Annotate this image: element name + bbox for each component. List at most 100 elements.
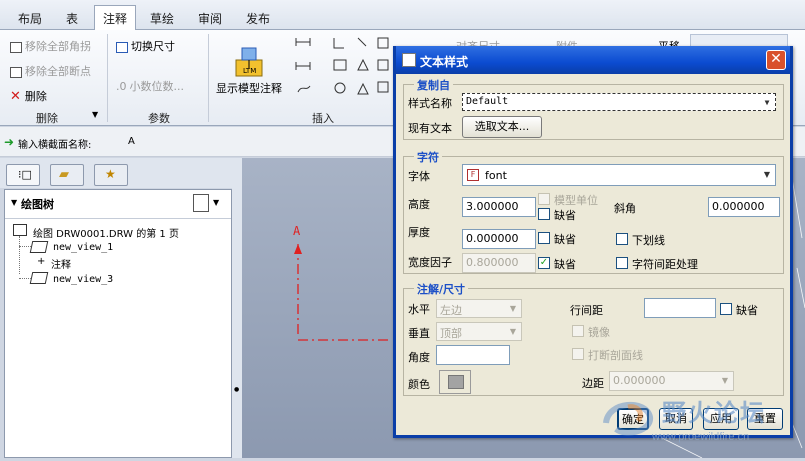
mirror-label: 镜像 (588, 326, 610, 339)
prompt-value[interactable]: A (128, 136, 135, 147)
tree-root[interactable]: 绘图 DRW0001.DRW 的第 1 页 (33, 225, 179, 240)
watermark-title: 野火论坛 (662, 399, 766, 427)
line-spacing-default-label: 缺省 (736, 304, 758, 317)
kerning-checkbox[interactable] (616, 257, 628, 269)
navigator-tabs: ⁝□ ▰ ★ (0, 158, 240, 188)
close-icon: ✕ (770, 51, 782, 67)
kerning-label: 字符间距处理 (632, 258, 698, 271)
style-name-label: 样式名称 (408, 97, 452, 110)
character-legend: 字符 (414, 149, 442, 165)
insert-tool-icons (294, 36, 392, 102)
watermark-url: www.proewildfire.cn (652, 431, 750, 443)
font-combo[interactable]: F font ▼ (462, 164, 776, 186)
tree-icon: ⁝□ (18, 168, 32, 181)
remove-all-jogs-button[interactable]: 移除全部角拐 (10, 38, 91, 54)
line-spacing-input[interactable] (644, 298, 716, 318)
star-icon: ★ (105, 167, 116, 181)
width-factor-label: 宽度因子 (408, 256, 452, 269)
text-style-dialog: 文本样式 ✕ 复制自 样式名称 Default ▼ 现有文本 选取文本... 字… (393, 46, 793, 438)
horizontal-combo[interactable]: 左边 ▼ (436, 299, 522, 318)
folder-icon: ▰ (59, 167, 69, 182)
height-label: 高度 (408, 198, 430, 211)
tab-layout[interactable]: 布局 (10, 6, 50, 30)
tree-item-annotation[interactable]: 注释 (51, 256, 71, 271)
height-input[interactable]: 3.000000 (462, 197, 536, 217)
tab-sketch[interactable]: 草绘 (142, 6, 182, 30)
angle-input[interactable] (436, 345, 510, 365)
vertical-label: 垂直 (408, 327, 430, 340)
show-model-annotation-icon[interactable]: LTM (234, 46, 264, 78)
color-label: 颜色 (408, 378, 430, 391)
line-spacing-default-checkbox[interactable] (720, 303, 732, 315)
view-icon (29, 272, 49, 284)
select-text-button[interactable]: 选取文本... (462, 116, 542, 138)
model-units-checkbox[interactable] (538, 193, 550, 205)
watermark-logo-icon (603, 401, 653, 436)
copy-from-legend: 复制自 (414, 77, 453, 93)
tree-settings-icon[interactable] (193, 194, 209, 212)
tree-item-new-view-3[interactable]: new_view_3 (53, 274, 113, 285)
dialog-titlebar[interactable]: 文本样式 ✕ (396, 46, 790, 74)
params-group-label: 参数 (148, 112, 170, 125)
thickness-input[interactable]: 0.000000 (462, 229, 536, 249)
jog-icon (10, 41, 22, 53)
margin-label: 边距 (582, 377, 604, 390)
collapse-arrow-icon[interactable]: ▼ (11, 198, 17, 207)
break-icon (10, 66, 22, 78)
note-dimension-legend: 注解/尺寸 (414, 281, 469, 297)
delete-x-icon: ✕ (10, 89, 21, 104)
svg-text:LTM: LTM (243, 67, 256, 75)
decimal-places-button[interactable]: .0 小数位数... (116, 78, 184, 94)
folder-browser-tab[interactable]: ▰ (50, 164, 84, 186)
underline-checkbox[interactable] (616, 233, 628, 245)
dialog-title: 文本样式 (420, 55, 469, 69)
tab-review[interactable]: 审阅 (190, 6, 230, 30)
width-factor-default-label: 缺省 (554, 258, 576, 271)
angle-label: 角度 (408, 351, 430, 364)
vertical-combo[interactable]: 顶部 ▼ (436, 322, 522, 341)
view-icon (29, 241, 49, 253)
tree-settings-dropdown-icon[interactable]: ▼ (213, 198, 219, 207)
tab-table[interactable]: 表 (58, 6, 86, 30)
expand-plus-icon[interactable]: + (37, 256, 45, 267)
width-factor-input[interactable]: 0.800000 (462, 253, 536, 273)
model-tree-tab[interactable]: ⁝□ (6, 164, 40, 186)
width-factor-default-checkbox[interactable]: ✓ (538, 257, 550, 269)
prompt-text: 输入横截面名称: (18, 140, 92, 151)
chevron-down-icon: ▼ (764, 98, 770, 107)
delete-group-label: 删除 (36, 112, 58, 125)
dialog-app-icon (402, 53, 416, 67)
tab-annotate[interactable]: 注释 (94, 5, 137, 31)
panel-splitter[interactable]: ● (232, 158, 242, 458)
line-spacing-label: 行间距 (570, 304, 603, 317)
section-label: A (293, 224, 301, 238)
mirror-checkbox[interactable] (572, 325, 584, 337)
favorites-tab[interactable]: ★ (94, 164, 128, 186)
close-button[interactable]: ✕ (766, 50, 786, 70)
slant-label: 斜角 (614, 202, 636, 215)
margin-combo[interactable]: 0.000000 ▼ (609, 371, 734, 391)
toggle-dimension-button[interactable]: 切换尺寸 (116, 38, 175, 54)
chevron-down-icon: ▼ (721, 376, 729, 385)
tree-title: 绘图树 (21, 198, 54, 211)
font-type-icon: F (467, 169, 479, 181)
chevron-down-icon: ▼ (509, 327, 517, 336)
style-name-combo[interactable]: Default ▼ (462, 93, 776, 111)
slant-input[interactable]: 0.000000 (708, 197, 780, 217)
color-swatch-button[interactable] (439, 370, 471, 394)
delete-group-expand-icon[interactable]: ▼ (92, 110, 98, 119)
toggle-dimension-icon (116, 41, 128, 53)
existing-text-label: 现有文本 (408, 122, 452, 135)
delete-button[interactable]: ✕ 删除 (10, 88, 47, 104)
model-units-label: 模型单位 (554, 194, 598, 207)
remove-all-breaks-button[interactable]: 移除全部断点 (10, 63, 91, 79)
underline-label: 下划线 (632, 234, 665, 247)
tree-item-new-view-1[interactable]: new_view_1 (53, 242, 113, 253)
thickness-default-checkbox[interactable] (538, 232, 550, 244)
show-model-annotation-button[interactable]: 显示模型注释 (216, 80, 282, 96)
height-default-checkbox[interactable] (538, 208, 550, 220)
tab-publish[interactable]: 发布 (238, 6, 278, 30)
break-hatch-checkbox[interactable] (572, 348, 584, 360)
font-label: 字体 (408, 170, 430, 183)
chevron-down-icon: ▼ (763, 170, 771, 179)
